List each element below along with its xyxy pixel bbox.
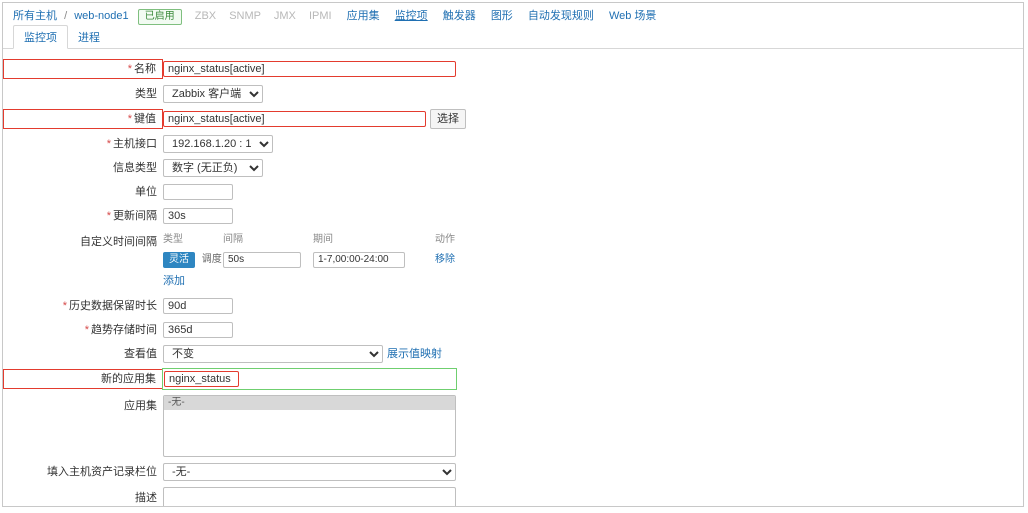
- flag-ipmi[interactable]: IPMI: [309, 10, 332, 22]
- flag-snmp[interactable]: SNMP: [229, 10, 261, 22]
- interval-type-flexible[interactable]: 灵活: [163, 252, 195, 268]
- history-input[interactable]: [163, 298, 233, 314]
- interval-headers: 类型 间隔 期间 动作: [163, 231, 455, 251]
- name-input[interactable]: [163, 61, 456, 77]
- tab-process[interactable]: 进程: [68, 26, 110, 48]
- page-frame: { "breadcrumb": { "root": "所有主机", "host"…: [2, 2, 1024, 507]
- apps-listbox[interactable]: -无-: [163, 395, 456, 457]
- newapp-input[interactable]: [164, 371, 239, 387]
- apps-option-none[interactable]: -无-: [164, 396, 455, 410]
- desc-textarea[interactable]: [163, 487, 456, 507]
- viewval-select[interactable]: 不变: [163, 345, 383, 363]
- interval-period-input[interactable]: [313, 252, 405, 268]
- label-custom-interval: 自定义时间间隔: [3, 231, 163, 251]
- flag-jmx[interactable]: JMX: [274, 10, 296, 22]
- units-input[interactable]: [163, 184, 233, 200]
- interval-remove[interactable]: 移除: [435, 254, 455, 265]
- label-units: 单位: [3, 183, 163, 201]
- nav-apps[interactable]: 应用集: [347, 10, 380, 22]
- trend-input[interactable]: [163, 322, 233, 338]
- interval-row: 灵活 调度 移除: [163, 251, 455, 269]
- interval-add[interactable]: 添加: [163, 272, 185, 290]
- breadcrumb: 所有主机 / web-node1 已启用 ZBX SNMP JMX IPMI 应…: [3, 3, 1023, 27]
- flag-zbx[interactable]: ZBX: [195, 10, 216, 22]
- key-select-button[interactable]: 选择: [430, 109, 466, 129]
- crumb-sep: /: [64, 10, 67, 22]
- label-iface: *主机接口: [3, 135, 163, 153]
- iface-select[interactable]: 192.168.1.20 : 10050: [163, 135, 273, 153]
- nav-web[interactable]: Web 场景: [609, 10, 656, 22]
- nav-discovery[interactable]: 自动发现规则: [528, 10, 594, 22]
- host-enabled-tag: 已启用: [138, 9, 182, 25]
- label-key: *键值: [3, 109, 163, 129]
- label-viewval: 查看值: [3, 345, 163, 363]
- nav-triggers[interactable]: 触发器: [443, 10, 476, 22]
- refresh-input[interactable]: [163, 208, 233, 224]
- type-select[interactable]: Zabbix 客户端: [163, 85, 263, 103]
- nav-items[interactable]: 监控项: [395, 10, 428, 22]
- label-info-type: 信息类型: [3, 159, 163, 177]
- label-newapp: 新的应用集: [3, 369, 163, 389]
- label-type: 类型: [3, 85, 163, 103]
- interval-value-input[interactable]: [223, 252, 301, 268]
- crumb-host[interactable]: web-node1: [74, 10, 128, 22]
- label-history: *历史数据保留时长: [3, 297, 163, 315]
- label-name: *名称: [3, 59, 163, 79]
- inventory-select[interactable]: -无-: [163, 463, 456, 481]
- nav-graphs[interactable]: 图形: [491, 10, 513, 22]
- label-inventory: 填入主机资产记录栏位: [3, 463, 163, 481]
- tab-item[interactable]: 监控项: [13, 25, 68, 49]
- crumb-root[interactable]: 所有主机: [13, 10, 57, 22]
- viewval-map-link[interactable]: 展示值映射: [387, 345, 442, 363]
- label-trend: *趋势存储时间: [3, 321, 163, 339]
- key-input[interactable]: [163, 111, 426, 127]
- label-refresh: *更新间隔: [3, 207, 163, 225]
- label-apps: 应用集: [3, 395, 163, 415]
- item-form: *名称 类型 Zabbix 客户端 *键值 选择 *主机接口 192.168.1…: [3, 49, 1023, 507]
- label-desc: 描述: [3, 487, 163, 507]
- interval-type-scheduled[interactable]: 调度: [202, 254, 222, 265]
- subtabs: 监控项 进程: [3, 27, 1023, 49]
- info-type-select[interactable]: 数字 (无正负): [163, 159, 263, 177]
